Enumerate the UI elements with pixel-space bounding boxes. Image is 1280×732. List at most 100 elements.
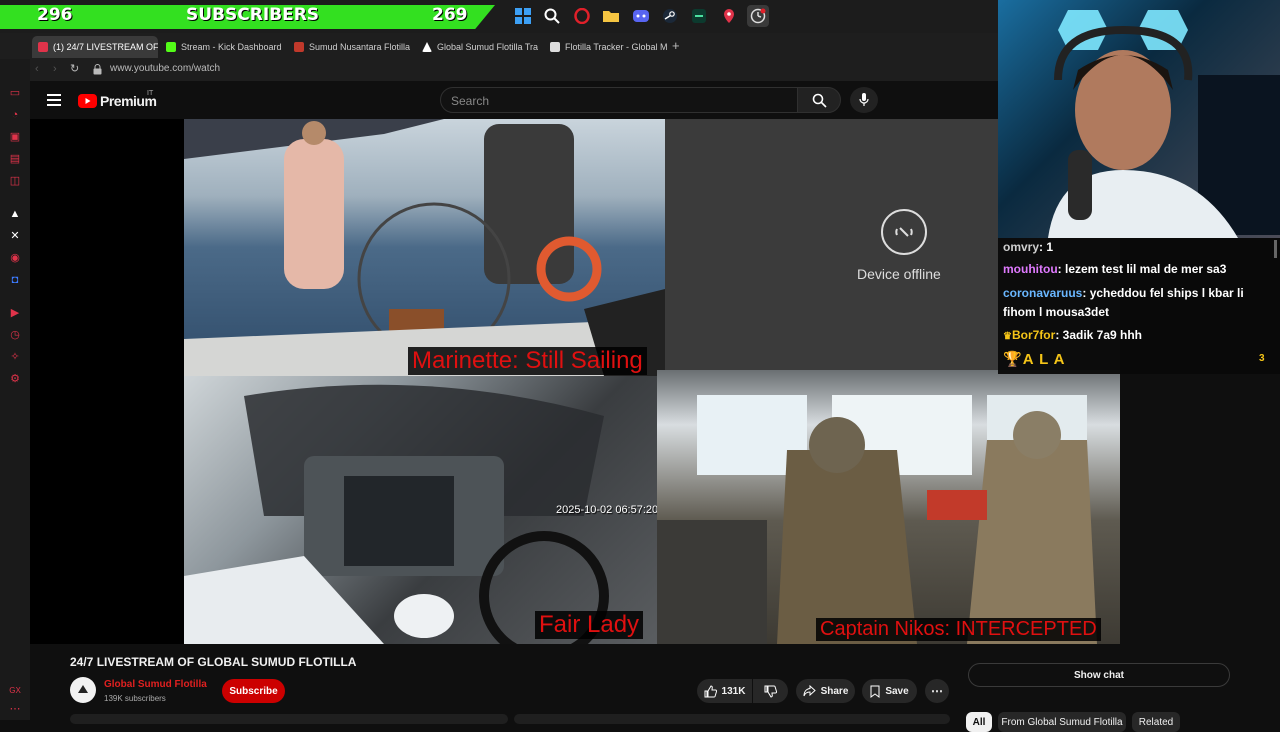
- search-button[interactable]: [797, 87, 841, 113]
- chat-message: omvry: 1: [1003, 240, 1054, 254]
- gx-icon[interactable]: GX: [8, 684, 22, 698]
- search-icon[interactable]: [541, 5, 563, 27]
- subscriber-count-left: 296: [37, 5, 73, 25]
- marinette-caption: Marinette: Still Sailing: [408, 347, 647, 375]
- microphone-icon: [859, 93, 869, 106]
- more-actions-button[interactable]: ⋯: [925, 679, 949, 703]
- chat-overlay: omvry: 1 mouhitou: lezem test lil mal de…: [998, 238, 1280, 374]
- folder-icon[interactable]: [600, 5, 622, 27]
- subscribe-button[interactable]: Subscribe: [222, 679, 285, 703]
- youtube-logo-icon: [78, 94, 97, 108]
- video-player[interactable]: Marinette: Still Sailing Device offline …: [30, 119, 1120, 644]
- chat-replay-box[interactable]: [514, 714, 950, 724]
- tab-label: Sumud Nusantara Flotilla: [309, 42, 411, 52]
- tab-label: Flotilla Tracker - Global M: [565, 42, 668, 52]
- tab-sumud-nusantara[interactable]: Sumud Nusantara Flotilla: [288, 36, 414, 58]
- tab-flotilla-tracker[interactable]: Global Sumud Flotilla Tra: [416, 36, 542, 58]
- windows-icon[interactable]: [512, 5, 534, 27]
- captain-nikos-caption: Captain Nikos: INTERCEPTED: [816, 618, 1101, 641]
- share-icon: [803, 685, 816, 697]
- maps-icon[interactable]: [718, 5, 740, 27]
- chip-from-channel[interactable]: From Global Sumud Flotilla: [998, 712, 1126, 732]
- tab-livestream[interactable]: (1) 24/7 LIVESTREAM OF: [32, 36, 158, 58]
- video-title: 24/7 LIVESTREAM OF GLOBAL SUMUD FLOTILLA: [70, 655, 357, 669]
- captain-nikos-scene: [657, 395, 1097, 644]
- subscriber-count: 139K subscribers: [104, 694, 166, 703]
- music-icon[interactable]: ◫: [8, 174, 22, 188]
- clock-sidebar-icon[interactable]: ◷: [8, 328, 22, 342]
- x-icon[interactable]: ✕: [8, 229, 22, 243]
- chat-message-continued: fihom l mousa3det: [1003, 305, 1110, 319]
- trophy-icon: 🏆: [1003, 351, 1023, 368]
- opera-icon[interactable]: [571, 5, 593, 27]
- tab-flotilla-tracker-global[interactable]: Flotilla Tracker - Global M: [544, 36, 670, 58]
- steam-icon[interactable]: [659, 5, 681, 27]
- hamburger-icon[interactable]: [47, 93, 61, 111]
- thumbs-down-icon: [764, 685, 777, 698]
- extensions-icon[interactable]: ✧: [8, 350, 22, 364]
- chip-related[interactable]: Related: [1132, 712, 1180, 732]
- channel-avatar[interactable]: [70, 677, 96, 703]
- clock-icon[interactable]: [747, 5, 769, 27]
- share-button[interactable]: Share: [796, 679, 855, 703]
- streamer-webcam: [998, 0, 1280, 238]
- badge-icon: ♛: [1003, 331, 1012, 342]
- history-icon[interactable]: ◔: [8, 108, 22, 122]
- youtube-favicon-icon: [38, 42, 48, 52]
- subscriber-count-right: 269: [432, 5, 468, 25]
- instagram-icon[interactable]: ◉: [8, 251, 22, 265]
- new-tab-icon[interactable]: +: [672, 38, 680, 53]
- camera-captain-nikos: [657, 370, 1120, 644]
- bag-icon[interactable]: ▣: [8, 130, 22, 144]
- description-box[interactable]: [70, 714, 508, 724]
- save-label: Save: [885, 685, 909, 697]
- webcam-scene: [1048, 10, 1280, 238]
- like-count: 131K: [721, 685, 746, 697]
- bluesky-icon[interactable]: ◘: [8, 273, 22, 287]
- url-field[interactable]: www.youtube.com/watch: [110, 63, 220, 74]
- save-button[interactable]: Save: [862, 679, 917, 703]
- kick-favicon-icon: [166, 42, 176, 52]
- back-icon[interactable]: ‹: [35, 63, 39, 75]
- tracker-favicon-icon: [550, 42, 560, 52]
- chat-message: coronavaruus: ycheddou fel ships l kbar …: [1003, 286, 1244, 300]
- youtube-logo[interactable]: Premium: [78, 93, 157, 109]
- bookmark-icon: [870, 685, 880, 698]
- channel-logo-icon: [78, 685, 88, 693]
- forward-icon[interactable]: ›: [53, 63, 57, 75]
- camera-marinette: [184, 119, 665, 376]
- offline-text: Device offline: [857, 266, 941, 282]
- reload-icon[interactable]: ↻: [70, 62, 79, 75]
- sumud-favicon-icon: [294, 42, 304, 52]
- more-icon: ⋯: [931, 684, 943, 698]
- top-chatter-count: 3: [1259, 353, 1265, 364]
- discord-icon[interactable]: [630, 5, 652, 27]
- chip-all[interactable]: All: [966, 712, 992, 732]
- tab-label: (1) 24/7 LIVESTREAM OF: [53, 42, 158, 52]
- camera-timestamp: 2025-10-02 06:57:20: [556, 504, 659, 516]
- search-input[interactable]: Search: [440, 87, 798, 113]
- more-icon[interactable]: ⋯: [8, 702, 22, 716]
- chat-message: ♛Bor7for: 3adik 7a9 hhh: [1003, 328, 1143, 342]
- search-button-icon: [812, 93, 827, 108]
- tab-kick-dashboard[interactable]: Stream - Kick Dashboard: [160, 36, 286, 58]
- offline-icon: [880, 208, 928, 261]
- show-chat-button[interactable]: Show chat: [968, 663, 1230, 687]
- top-chatter: 🏆A L A: [1003, 351, 1066, 368]
- aria-icon[interactable]: ▲: [8, 207, 22, 221]
- messenger-icon[interactable]: ▭: [8, 86, 22, 100]
- like-button[interactable]: 131K: [697, 679, 752, 703]
- flotilla-favicon-icon: [422, 42, 432, 52]
- player-icon[interactable]: ▶: [8, 306, 22, 320]
- thumbs-up-icon: [704, 684, 717, 697]
- twitch-icon[interactable]: ▤: [8, 152, 22, 166]
- dislike-button[interactable]: [753, 679, 788, 703]
- settings-icon[interactable]: ⚙: [8, 372, 22, 386]
- app-icon[interactable]: [688, 5, 710, 27]
- voice-search-button[interactable]: [850, 87, 878, 113]
- share-label: Share: [820, 685, 849, 697]
- channel-name[interactable]: Global Sumud Flotilla: [104, 679, 207, 690]
- subscriber-goal-label: SUBSCRIBERS: [186, 5, 320, 25]
- chat-scrollbar[interactable]: [1274, 240, 1277, 258]
- tab-label: Global Sumud Flotilla Tra: [437, 42, 539, 52]
